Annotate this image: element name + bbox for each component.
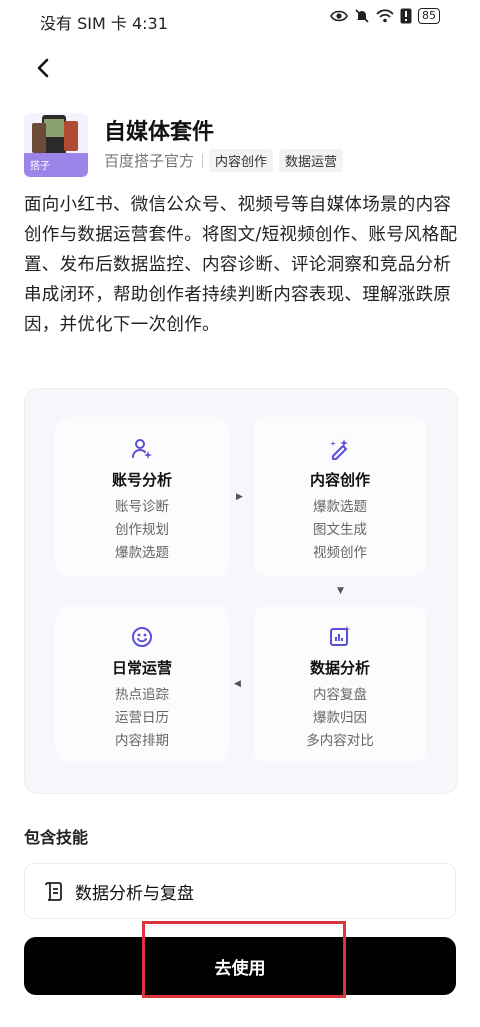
icon-badge: 搭子 [30,159,50,172]
carrier-time: 没有 SIM 卡 4:31 [40,14,168,33]
eye-icon [330,10,348,22]
battery-indicator: 85 [418,8,440,24]
flow-title-data: 数据分析 [309,659,370,677]
workflow-card: 账号分析 账号诊断 创作规划 爆款选题 内容创作 爆款选题 图文生成 视频创作 … [24,388,458,794]
wifi-icon [376,9,394,23]
skill-name: 数据分析与复盘 [75,883,194,904]
chevron-left-icon [37,58,49,78]
page-title: 自媒体套件 [104,120,215,145]
flow-box-account: 账号分析 账号诊断 创作规划 爆款选题 [55,417,229,577]
flow-item: 多内容对比 [306,733,374,749]
arrow-left-icon: ◀ [234,679,241,689]
flow-item: 视频创作 [313,545,367,561]
status-bar: 没有 SIM 卡 4:31 85 [0,0,480,40]
user-sparkle-icon [132,439,152,459]
flow-box-daily: 日常运营 热点追踪 运营日历 内容排期 [55,605,229,763]
app-meta: 百度搭子官方 内容创作 数据运营 [104,149,349,172]
flow-item: 热点追踪 [115,687,169,703]
arrow-down-icon: ▼ [337,586,344,596]
status-icons: 85 [330,8,440,24]
skill-item-data-analysis[interactable]: 数据分析与复盘 [24,863,456,919]
flow-title-account: 账号分析 [111,471,172,489]
flow-item: 图文生成 [313,522,367,538]
scroll-icon [45,882,62,901]
flow-title-daily: 日常运营 [111,659,172,677]
publisher: 百度搭子官方 [104,152,195,170]
mute-bell-icon [355,9,369,23]
flow-item: 爆款选题 [115,545,169,561]
skills-heading: 包含技能 [24,828,89,847]
back-button[interactable] [28,52,60,84]
divider [202,153,204,168]
smiley-icon [132,627,152,647]
flow-box-data: 数据分析 内容复盘 爆款归因 多内容对比 [253,605,427,763]
flow-title-content: 内容创作 [309,471,370,489]
arrow-right-icon: ▶ [236,492,243,502]
flow-item: 爆款归因 [313,710,367,726]
tag-data-ops: 数据运营 [279,149,344,172]
chart-icon [330,626,350,646]
flow-item: 账号诊断 [115,499,169,515]
flow-item: 内容复盘 [313,687,367,703]
flow-box-content: 内容创作 爆款选题 图文生成 视频创作 [253,417,427,577]
tag-content-creation: 内容创作 [209,149,274,172]
flow-item: 创作规划 [115,522,169,538]
flow-item: 运营日历 [115,710,169,726]
magic-pen-icon [330,439,348,460]
flow-item: 内容排期 [115,733,169,749]
app-icon: 搭子 [24,113,88,177]
flow-item: 爆款选题 [313,499,367,515]
highlight-box [142,921,346,998]
description: 面向小红书、微信公众号、视频号等自媒体场景的内容创作与数据运营套件。将图文/短视… [24,195,458,335]
sim-alert-icon [400,8,412,24]
